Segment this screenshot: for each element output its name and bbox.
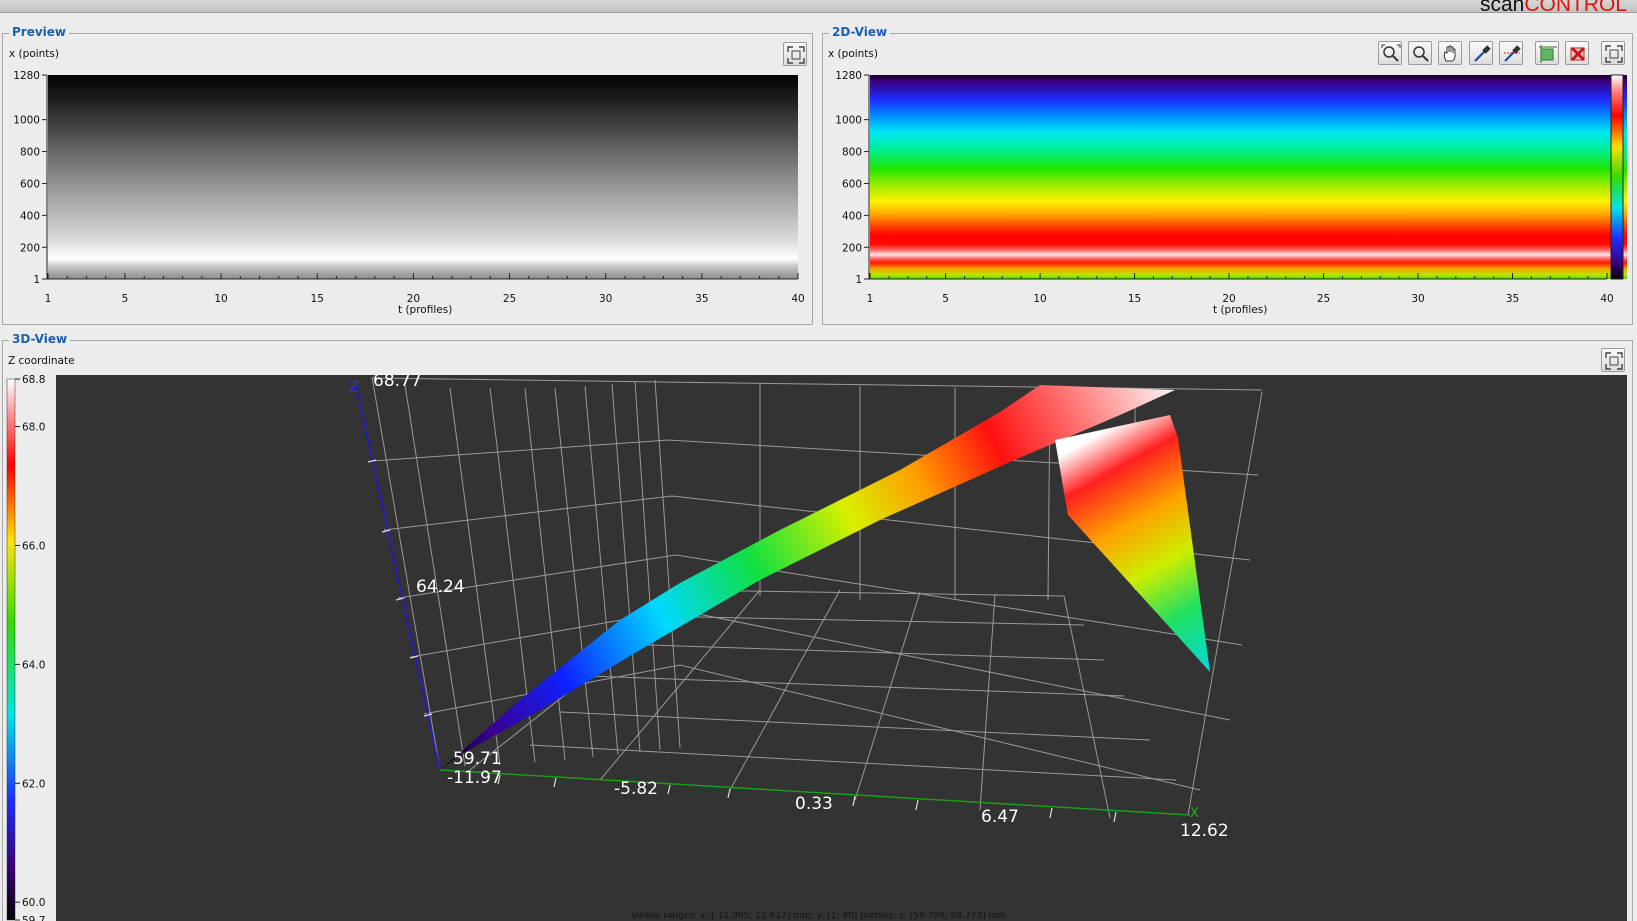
x-tick-0: -11.97 — [447, 768, 502, 788]
x-tick-3: 6.47 — [981, 807, 1019, 827]
x-tick-1: -5.82 — [614, 779, 658, 799]
z-axis-letter: Z — [349, 378, 359, 396]
z-tick-mid: 64.24 — [416, 577, 465, 597]
x-tick-4: 12.62 — [1180, 821, 1229, 841]
visible-ranges-status: Visible ranges: x: [-11.965; 12.617] mm;… — [630, 912, 1007, 921]
view3d-render: Z X 68.77 64.24 59.71 -11.97 -5.82 0.33 … — [349, 371, 1263, 841]
x-axis-letter: X — [1190, 806, 1199, 821]
surface-flap — [1055, 415, 1210, 672]
z-tick-bottom: 59.71 — [453, 749, 502, 769]
z-tick-top: 68.77 — [373, 371, 422, 391]
x-tick-2: 0.33 — [795, 794, 833, 814]
